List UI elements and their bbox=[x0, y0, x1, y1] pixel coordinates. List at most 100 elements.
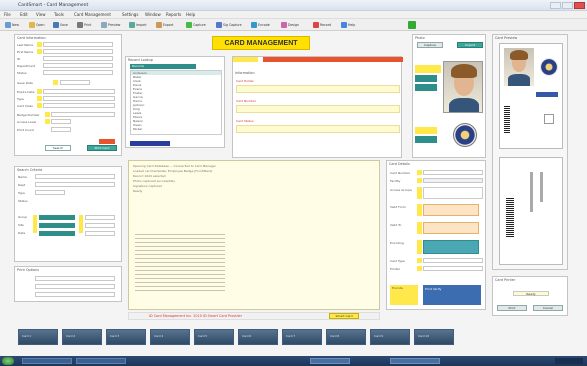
menu-settings[interactable]: Settings bbox=[122, 12, 138, 17]
expire-date-field[interactable] bbox=[43, 89, 115, 94]
import-photo-button[interactable]: Import bbox=[457, 42, 483, 48]
group-value[interactable] bbox=[85, 215, 115, 220]
badge-number-field[interactable] bbox=[51, 112, 115, 117]
toolbar-export-button[interactable]: Export bbox=[155, 20, 185, 30]
thumbnail-card-9[interactable]: Card 9 bbox=[370, 329, 410, 345]
thumbnail-card-2[interactable]: Card 2 bbox=[62, 329, 102, 345]
expire-date-label: Expire Date bbox=[17, 90, 35, 94]
menu-tools[interactable]: Tools bbox=[54, 12, 64, 17]
capture-photo-button[interactable]: Capture bbox=[417, 42, 443, 48]
toolbar-preview-button[interactable]: Preview bbox=[100, 20, 130, 30]
print-option-2[interactable] bbox=[35, 284, 115, 289]
encode-tab[interactable]: Encode bbox=[390, 285, 418, 305]
taskbar-app[interactable] bbox=[76, 358, 126, 364]
thumbnail-card-5[interactable]: Card 5 bbox=[194, 329, 234, 345]
card-class-field[interactable] bbox=[43, 103, 115, 108]
thumbnail-card-3[interactable]: Card 3 bbox=[106, 329, 146, 345]
date-value[interactable] bbox=[85, 231, 115, 236]
menu-help[interactable]: Help bbox=[186, 12, 195, 17]
encoding-field[interactable] bbox=[423, 240, 479, 254]
signature-tab[interactable] bbox=[415, 127, 437, 134]
thumbnail-card-1[interactable]: Card 1 bbox=[18, 329, 58, 345]
card-status-field[interactable] bbox=[236, 125, 400, 133]
card-type-field[interactable] bbox=[423, 258, 483, 263]
thumbnail-card-4[interactable]: Card 4 bbox=[150, 329, 190, 345]
print-card-button[interactable]: Print Card bbox=[87, 145, 117, 151]
site-value[interactable] bbox=[85, 223, 115, 228]
thumbnail-card-10[interactable]: Card 10 bbox=[414, 329, 454, 345]
thumbnail-card-7[interactable]: Card 7 bbox=[282, 329, 322, 345]
signature-button[interactable] bbox=[415, 136, 437, 143]
system-tray[interactable] bbox=[555, 358, 583, 364]
toolbar-import-button[interactable]: Import bbox=[128, 20, 158, 30]
access-level-field[interactable] bbox=[51, 119, 71, 124]
detail-card-number-field[interactable] bbox=[423, 170, 483, 175]
facility-field[interactable] bbox=[423, 178, 483, 183]
maximize-button[interactable] bbox=[562, 2, 573, 9]
toolbar-record-button[interactable]: Record bbox=[312, 20, 342, 30]
valid-from-label: Valid From bbox=[390, 205, 406, 209]
type-field[interactable] bbox=[43, 96, 115, 101]
smart-card-button[interactable]: Smart Card bbox=[329, 313, 359, 319]
info-tab-active[interactable] bbox=[233, 57, 258, 62]
card-holder-field[interactable] bbox=[236, 85, 400, 93]
activity-log[interactable]: Opening Card Database ... Connected to C… bbox=[128, 160, 380, 310]
toolbar-encode-button[interactable]: Encode bbox=[250, 20, 280, 30]
menu-reports[interactable]: Reports bbox=[166, 12, 181, 17]
required-marker bbox=[45, 119, 50, 124]
thumbnail-card-6[interactable]: Card 6 bbox=[238, 329, 278, 345]
menu-view[interactable]: View bbox=[36, 12, 46, 17]
menu-card-management[interactable]: Card Management bbox=[74, 12, 111, 17]
printer-cancel-button[interactable]: Cancel bbox=[533, 305, 563, 311]
taskbar-app[interactable] bbox=[22, 358, 72, 364]
toolbar-sig-capture-button[interactable]: Sig Capture bbox=[215, 20, 245, 30]
status-field[interactable] bbox=[43, 70, 113, 75]
list-item[interactable]: Parker bbox=[131, 127, 221, 131]
close-button[interactable] bbox=[574, 2, 585, 9]
print-options-title: Print Options bbox=[17, 268, 39, 272]
adjust-button[interactable] bbox=[415, 84, 437, 91]
id-field[interactable] bbox=[43, 56, 113, 61]
date-select[interactable] bbox=[39, 231, 75, 236]
print-option-1[interactable] bbox=[35, 276, 115, 281]
valid-to-field[interactable] bbox=[423, 222, 479, 234]
crop-tab[interactable] bbox=[415, 65, 441, 73]
search-button[interactable]: Search bbox=[45, 145, 71, 151]
toolbar-design-button[interactable]: Design bbox=[280, 20, 310, 30]
menu-file[interactable]: File bbox=[4, 12, 11, 17]
valid-from-field[interactable] bbox=[423, 204, 479, 216]
minimize-button[interactable] bbox=[550, 2, 561, 9]
group-select[interactable] bbox=[39, 215, 75, 220]
records-scroll-indicator[interactable] bbox=[130, 141, 170, 146]
taskbar-app[interactable] bbox=[390, 358, 440, 364]
taskbar-app[interactable] bbox=[310, 358, 350, 364]
first-name-field[interactable] bbox=[43, 49, 113, 54]
site-select[interactable] bbox=[39, 223, 75, 228]
last-name-field[interactable] bbox=[43, 42, 113, 47]
print-option-3[interactable] bbox=[35, 292, 115, 297]
menu-edit[interactable]: Edit bbox=[20, 12, 28, 17]
dept-filter[interactable] bbox=[35, 182, 115, 187]
crop-button[interactable] bbox=[415, 75, 437, 82]
printer-print-button[interactable]: Print bbox=[497, 305, 527, 311]
toolbar-capture-button[interactable]: Capture bbox=[185, 20, 215, 30]
issue-date-field[interactable] bbox=[60, 80, 90, 85]
info-header-bar bbox=[263, 57, 403, 62]
access-groups-field[interactable] bbox=[423, 187, 483, 199]
print-count-field[interactable] bbox=[51, 127, 71, 132]
thumbnail-card-8[interactable]: Card 8 bbox=[326, 329, 366, 345]
type-label: Type bbox=[17, 97, 24, 101]
printer-field[interactable] bbox=[423, 266, 483, 271]
toolbar-help-button[interactable]: Help bbox=[340, 20, 370, 30]
card-number-field[interactable] bbox=[236, 105, 400, 113]
menu-window[interactable]: Window bbox=[145, 12, 161, 17]
start-button[interactable] bbox=[2, 357, 14, 365]
name-filter[interactable] bbox=[35, 174, 115, 179]
card-printer-title: Card Printer bbox=[495, 278, 516, 282]
record-icon bbox=[313, 22, 319, 28]
type-filter[interactable] bbox=[35, 190, 65, 195]
signature-icon bbox=[216, 22, 222, 28]
department-field[interactable] bbox=[43, 63, 113, 68]
folder-icon bbox=[29, 22, 35, 28]
records-list[interactable]: Anderson Baker Clark Davis Evans Foster Garcia… bbox=[130, 70, 222, 135]
